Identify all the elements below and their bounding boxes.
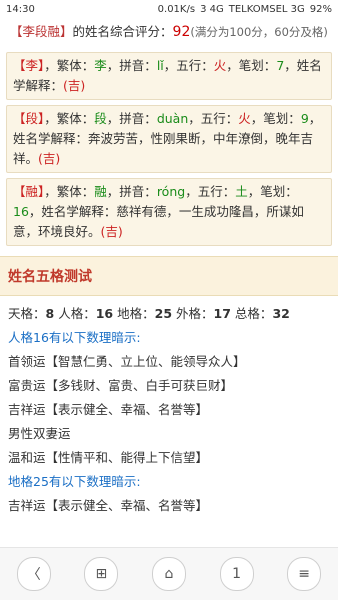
luck-badge: (吉) xyxy=(63,78,86,93)
di-hint-heading: 地格25有以下数理暗示: xyxy=(8,474,141,489)
bookmarks-button[interactable]: ⊞ xyxy=(84,557,119,591)
trad-label: ，繁体： xyxy=(44,184,95,199)
five-grid-values: 天格：8 人格：16 地格：25 外格：17 总格：32 xyxy=(8,302,330,326)
home-button[interactable]: ⌂ xyxy=(151,557,186,591)
wai-value: 17 xyxy=(213,306,231,321)
pinyin-label: ，拼音： xyxy=(106,184,157,199)
status-bar: 14:30 0.01K/s 3 4G TELKOMSEL 3G 92% xyxy=(0,0,338,18)
score-summary: 【李段融】的姓名综合评分：92(满分为100分，60分及格) xyxy=(6,18,332,48)
ren-label: 人格： xyxy=(58,306,96,321)
zong-label: 总格： xyxy=(234,306,273,321)
pinyin-value: lǐ xyxy=(156,58,164,73)
tian-value: 8 xyxy=(45,306,55,321)
browser-bottom-bar: 〈 ⊞ ⌂ 1 ≡ xyxy=(0,547,338,600)
menu-button[interactable]: ≡ xyxy=(287,557,322,591)
wuxing-label: ，五行： xyxy=(188,111,239,126)
trad-char: 李 xyxy=(94,58,107,73)
back-icon: 〈 xyxy=(26,567,41,583)
home-icon: ⌂ xyxy=(164,566,174,582)
char-card-3: 【融】，繁体：融，拼音：róng，五行：土，笔划： 16，姓名学解释：慈祥有德，一… xyxy=(6,178,332,246)
network-speed: 0.01K/s xyxy=(157,3,196,15)
wuxing-label: ，五行： xyxy=(163,58,214,73)
char-title: 【李】 xyxy=(13,58,45,73)
pinyin-value: róng xyxy=(156,184,186,199)
char-card-1: 【李】，繁体：李，拼音：lǐ，五行：火，笔划：7，姓名学解释：(吉) xyxy=(6,52,332,100)
trad-label: ，繁体： xyxy=(44,111,95,126)
score-value: 92 xyxy=(172,24,191,40)
trad-char: 段 xyxy=(94,111,107,126)
list-item: 富贵运【多钱财、富贵、白手可获巨财】 xyxy=(8,378,234,393)
wuxing-value: 土 xyxy=(235,184,248,199)
pinyin-label: ，拼音： xyxy=(106,111,157,126)
explain-text: ，姓名学解释：慈祥有德，一生成功隆昌，所谋如意，环境良好。 xyxy=(13,204,304,239)
luck-badge: (吉) xyxy=(100,224,123,239)
carrier-name: TELKOMSEL 3G xyxy=(228,3,305,15)
section-title-five-grid: 姓名五格测试 xyxy=(0,256,338,296)
char-title: 【融】 xyxy=(13,184,45,199)
list-item: 吉祥运【表示健全、幸福、名誉等】 xyxy=(8,402,209,417)
char-card-2: 【段】，繁体：段，拼音：duàn，五行：火，笔划：9，姓名学解释：奔波劳苦，性刚… xyxy=(6,105,332,173)
status-time: 14:30 xyxy=(6,3,35,15)
luck-badge: (吉) xyxy=(38,151,61,166)
battery-level: 92% xyxy=(309,3,332,15)
tabs-button[interactable]: 1 xyxy=(219,557,254,591)
trad-label: ，繁体： xyxy=(44,58,95,73)
score-note: (满分为100分，60分及格) xyxy=(190,25,328,39)
wuxing-value: 火 xyxy=(238,111,251,126)
strokes-label: ，笔划： xyxy=(250,111,301,126)
strokes-value: 9 xyxy=(300,111,309,126)
wai-label: 外格： xyxy=(176,306,214,321)
menu-icon: ≡ xyxy=(298,566,311,582)
pinyin-value: duàn xyxy=(156,111,189,126)
di-label: 地格： xyxy=(117,306,155,321)
strokes-label: ，笔划： xyxy=(247,184,298,199)
pinyin-label: ，拼音： xyxy=(106,58,157,73)
list-item: 首领运【智慧仁勇、立上位、能领导众人】 xyxy=(8,354,246,369)
wuxing-label: ，五行： xyxy=(185,184,236,199)
score-label: 的姓名综合评分： xyxy=(72,24,173,39)
list-item: 温和运【性情平和、能得上下信望】 xyxy=(8,450,209,465)
list-item: 男性双妻运 xyxy=(8,426,71,441)
list-item: 吉祥运【表示健全、幸福、名誉等】 xyxy=(8,498,209,513)
char-title: 【段】 xyxy=(13,111,45,126)
strokes-label: ，笔划： xyxy=(226,58,277,73)
bookmarks-icon: ⊞ xyxy=(95,566,108,582)
five-grid-section: 天格：8 人格：16 地格：25 外格：17 总格：32 人格16有以下数理暗示… xyxy=(0,296,338,524)
status-left: 14:30 xyxy=(6,4,35,15)
page-content: 【李段融】的姓名综合评分：92(满分为100分，60分及格) 【李】，繁体：李，… xyxy=(0,18,338,246)
tabs-count: 1 xyxy=(232,566,242,582)
wuxing-value: 火 xyxy=(213,58,227,73)
zong-value: 32 xyxy=(272,306,290,321)
di-value: 25 xyxy=(154,306,173,321)
network-type: 3 4G xyxy=(200,3,224,15)
status-right: 0.01K/s 3 4G TELKOMSEL 3G 92% xyxy=(158,4,332,15)
ren-value: 16 xyxy=(95,306,114,321)
tian-label: 天格： xyxy=(8,306,46,321)
trad-char: 融 xyxy=(94,184,107,199)
back-button[interactable]: 〈 xyxy=(16,557,51,591)
full-name: 【李段融】 xyxy=(10,24,73,39)
strokes-value: 16 xyxy=(13,204,29,219)
ren-hint-heading: 人格16有以下数理暗示: xyxy=(8,330,141,345)
